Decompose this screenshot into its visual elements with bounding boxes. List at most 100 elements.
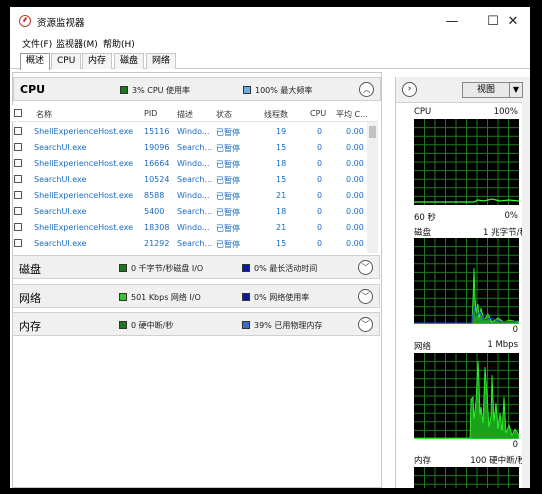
table-row[interactable]: ShellExperienceHost.exe 18308 Windo... 已暂停 2… [10, 219, 368, 235]
process-name: ShellExperienceHost.exe [34, 191, 134, 200]
process-cpu: 0 [317, 159, 323, 168]
network-graph-min: 0 [512, 440, 518, 450]
process-avg-cpu: 0.00 [346, 127, 364, 136]
collapse-graphs-chevron-icon[interactable]: › [402, 82, 417, 97]
network-usage-indicator [242, 293, 250, 301]
process-avg-cpu: 0.00 [346, 175, 364, 184]
process-table-header: 名称 PID 描述 状态 线程数 CPU 平均 C... [10, 105, 378, 122]
process-threads: 21 [276, 223, 287, 232]
process-cpu: 0 [317, 175, 323, 184]
process-threads: 15 [276, 143, 287, 152]
process-name: SearchUI.exe [34, 207, 87, 216]
table-row[interactable]: SearchUI.exe 21292 Search... 已暂停 15 0 0.00 [10, 235, 368, 251]
memory-section-title: 内存 [19, 320, 41, 333]
table-row[interactable]: SearchUI.exe 5400 Search... 已暂停 18 0 0.00 [10, 203, 368, 219]
disk-graph-label: 磁盘 [414, 228, 432, 238]
network-section-header[interactable]: 网络 501 Kbps 网络 I/O 0% 网络使用率 ﹀ [12, 284, 380, 308]
memory-graph-label: 内存 [414, 456, 432, 466]
disk-section-title: 磁盘 [19, 263, 41, 276]
menu-file[interactable]: 文件(F) [22, 37, 52, 50]
disk-active-text: 0% 最长活动时间 [254, 264, 318, 273]
process-pid: 16664 [144, 159, 170, 168]
graph-pane: › 视图 ▼ CPU 100% 60 秒 0% 磁盘 1 兆字节/秒 0 网络 … [395, 77, 530, 488]
cpu-section-header[interactable]: CPU 3% CPU 使用率 100% 最大频率 ︿ [13, 77, 381, 101]
table-row[interactable]: ShellExperienceHost.exe 16664 Windo... 已暂停 1… [10, 155, 368, 171]
disk-io-text: 0 千字节/秒磁盘 I/O [131, 264, 204, 273]
process-status: 已暂停 [216, 192, 240, 201]
memory-graph-max: 100 硬中断/秒 [470, 456, 526, 466]
process-avg-cpu: 0.00 [346, 239, 364, 248]
process-desc: Search... [177, 175, 213, 184]
process-name: ShellExperienceHost.exe [34, 127, 134, 136]
title-bar: 资源监视器 — ☐ ✕ [10, 7, 530, 35]
collapse-chevron-icon[interactable]: ︿ [359, 82, 374, 97]
row-checkbox[interactable] [14, 143, 22, 151]
col-status[interactable]: 状态 [216, 109, 232, 120]
tab-disk[interactable]: 磁盘 [114, 53, 145, 69]
network-graph-canvas [413, 353, 520, 440]
disk-section-header[interactable]: 磁盘 0 千字节/秒磁盘 I/O 0% 最长活动时间 ﹀ [12, 255, 380, 279]
scrollbar-thumb[interactable] [369, 126, 376, 138]
process-avg-cpu: 0.00 [346, 191, 364, 200]
view-button[interactable]: 视图 [462, 82, 510, 98]
col-avg-cpu[interactable]: 平均 C... [336, 109, 368, 120]
disk-active-indicator [242, 264, 250, 272]
process-threads: 21 [276, 191, 287, 200]
row-checkbox[interactable] [14, 239, 22, 247]
process-status: 已暂停 [216, 240, 240, 249]
process-cpu: 0 [317, 143, 323, 152]
row-checkbox[interactable] [14, 191, 22, 199]
network-graph-label: 网络 [414, 342, 432, 352]
process-pid: 8588 [144, 191, 165, 200]
disk-graph-min: 0 [512, 325, 518, 335]
close-button[interactable]: ✕ [496, 11, 530, 31]
process-pid: 5400 [144, 207, 165, 216]
process-cpu: 0 [317, 207, 323, 216]
process-name: SearchUI.exe [34, 239, 87, 248]
resource-monitor-icon [19, 15, 31, 27]
network-usage-text: 0% 网络使用率 [254, 293, 310, 302]
network-graph-max: 1 Mbps [487, 340, 518, 350]
row-checkbox[interactable] [14, 175, 22, 183]
col-pid[interactable]: PID [144, 109, 157, 118]
menu-monitor[interactable]: 监视器(M) [56, 37, 98, 50]
table-row[interactable]: SearchUI.exe 19096 Search... 已暂停 15 0 0.00 [10, 139, 368, 155]
table-row[interactable]: ShellExperienceHost.exe 8588 Windo... 已暂停 21… [10, 187, 368, 203]
process-table-scrollbar[interactable] [367, 122, 378, 253]
process-cpu: 0 [317, 127, 323, 136]
col-threads[interactable]: 线程数 [264, 109, 288, 120]
row-checkbox[interactable] [14, 127, 22, 135]
expand-chevron-icon[interactable]: ﹀ [358, 317, 373, 332]
tab-overview[interactable]: 概述 [20, 53, 51, 70]
disk-graph-canvas [413, 238, 520, 325]
tab-cpu[interactable]: CPU [51, 53, 82, 69]
cpu-graph [414, 119, 520, 205]
view-dropdown-icon[interactable]: ▼ [509, 82, 523, 98]
cpu-graph-timespan: 60 秒 [414, 213, 437, 223]
row-checkbox[interactable] [14, 223, 22, 231]
col-desc[interactable]: 描述 [177, 109, 193, 120]
cpu-freq-indicator [243, 86, 251, 94]
row-checkbox[interactable] [14, 159, 22, 167]
expand-chevron-icon[interactable]: ﹀ [358, 289, 373, 304]
table-row[interactable]: SearchUI.exe 10524 Search... 已暂停 15 0 0.00 [10, 171, 368, 187]
process-threads: 18 [276, 159, 287, 168]
col-name[interactable]: 名称 [36, 109, 52, 120]
tab-memory[interactable]: 内存 [82, 53, 113, 69]
memory-section-header[interactable]: 内存 0 硬中断/秒 39% 已用物理内存 ﹀ [12, 312, 380, 336]
expand-chevron-icon[interactable]: ﹀ [358, 260, 373, 275]
col-cpu[interactable]: CPU [310, 109, 326, 118]
resource-monitor-window: 资源监视器 — ☐ ✕ 文件(F) 监视器(M) 帮助(H) 概述 CPU 内存… [10, 7, 530, 488]
tab-network[interactable]: 网络 [146, 53, 177, 69]
menu-help[interactable]: 帮助(H) [103, 37, 135, 50]
row-checkbox[interactable] [14, 207, 22, 215]
select-all-checkbox[interactable] [14, 109, 22, 117]
process-desc: Windo... [177, 127, 210, 136]
process-pid: 15116 [144, 127, 170, 136]
process-cpu: 0 [317, 191, 323, 200]
graph-pane-scrollbar[interactable] [522, 102, 530, 488]
memory-graph [414, 467, 519, 488]
minimize-button[interactable]: — [437, 11, 467, 31]
table-row[interactable]: ShellExperienceHost.exe 15116 Windo... 已暂停 1… [10, 123, 368, 139]
memory-faults-indicator [119, 321, 127, 329]
